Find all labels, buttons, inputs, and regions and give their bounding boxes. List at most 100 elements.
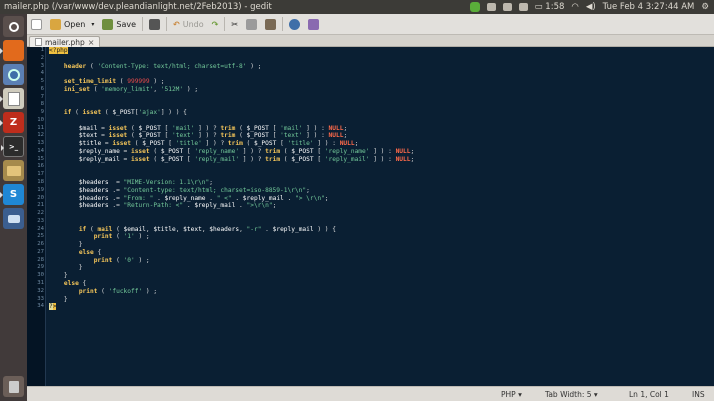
code-token: ( xyxy=(86,62,98,70)
code-line[interactable]: 16 xyxy=(37,163,714,171)
code-line[interactable]: 19 $headers .= "Content-type: text/html;… xyxy=(37,186,714,195)
copy-button[interactable] xyxy=(242,16,261,33)
code-line[interactable]: 5 set_time_limit ( 999999 ) ; xyxy=(41,78,714,86)
code-token: ( xyxy=(127,132,139,140)
cut-button[interactable]: ✂ xyxy=(227,16,242,33)
code-token: ( xyxy=(280,147,292,155)
code-line[interactable]: 10 xyxy=(37,117,714,125)
code-line[interactable]: 3 header ( 'Content-Type: text/html; cha… xyxy=(41,62,714,71)
code-line[interactable]: 21 $headers .= "Return-Path: <" . $reply… xyxy=(37,202,714,210)
code-line[interactable]: 23 xyxy=(37,218,714,226)
code-line[interactable]: 9 if ( isset ( $_POST['ajax'] ) ) { xyxy=(41,109,714,117)
code-token: 'title' xyxy=(287,140,314,148)
save-button[interactable]: Save xyxy=(98,16,140,33)
code-token: $_POST xyxy=(160,155,184,163)
code-token: $reply_name xyxy=(78,147,120,155)
code-line[interactable]: 30 } xyxy=(37,272,714,280)
line-number: 7 xyxy=(40,93,44,100)
battery-indicator[interactable]: ▭ 1:58 xyxy=(535,2,565,12)
line-number: 25 xyxy=(37,233,44,240)
bluetooth-icon[interactable] xyxy=(486,3,496,11)
dash-home-icon[interactable] xyxy=(3,16,24,37)
skype-letter: S xyxy=(9,189,18,200)
print-button[interactable] xyxy=(145,16,164,33)
code-line[interactable]: 31 else { xyxy=(37,280,714,288)
gedit-icon[interactable] xyxy=(0,88,24,109)
code-token: } xyxy=(49,295,68,303)
keyboard-icon[interactable] xyxy=(518,3,528,11)
update-indicator-icon[interactable] xyxy=(469,2,480,12)
language-selector[interactable]: PHP ▾ xyxy=(501,390,522,399)
code-token: ; xyxy=(343,132,348,140)
redo-button[interactable]: ↷ xyxy=(208,16,223,33)
code-line[interactable]: 27 else { xyxy=(37,249,714,257)
code-token: ( xyxy=(235,124,247,132)
code-line[interactable]: 7 xyxy=(41,94,714,102)
network-icon[interactable] xyxy=(3,208,24,229)
code-token: > xyxy=(52,303,57,311)
code-line[interactable]: 15 $reply_mail = isset ( $_POST [ 'reply… xyxy=(37,155,714,164)
code-line[interactable]: 25 print ( '1' ) ; xyxy=(37,233,714,241)
code-line[interactable]: 1 <?php xyxy=(41,47,714,55)
settings-gear-icon[interactable]: ⚙ xyxy=(701,2,709,12)
code-token: 999999 xyxy=(127,78,150,86)
redo-arrow-icon: ↷ xyxy=(211,19,219,29)
code-token: $headers xyxy=(78,186,109,194)
skype-icon[interactable]: S xyxy=(0,184,24,205)
tab-mailer-php[interactable]: mailer.php × xyxy=(29,36,101,47)
filezilla-letter: Z xyxy=(9,117,18,128)
code-line[interactable]: 33 } xyxy=(37,295,714,304)
code-line[interactable]: 17 xyxy=(37,171,714,179)
find-button[interactable] xyxy=(285,16,304,33)
terminal-icon[interactable]: >_ xyxy=(1,136,24,157)
code-line[interactable]: 2 xyxy=(41,55,714,63)
code-area[interactable]: 1 <?php 2 3 header ( 'Content-Type: text/ht… xyxy=(37,47,714,311)
trash-icon[interactable] xyxy=(3,376,24,397)
folder-icon xyxy=(50,18,61,30)
code-line[interactable]: 34 ?> xyxy=(37,303,714,311)
close-tab-icon[interactable]: × xyxy=(88,38,95,47)
line-number: 12 xyxy=(37,132,44,139)
code-token: $_POST xyxy=(138,124,161,132)
code-line[interactable]: 29 } xyxy=(37,264,714,272)
code-line[interactable]: 4 xyxy=(41,70,714,78)
code-line[interactable]: 28 print ( '0' ) ; xyxy=(37,257,714,265)
paste-icon xyxy=(265,18,277,30)
code-token: ] ) : xyxy=(302,124,329,132)
code-line[interactable]: 6 ini_set ( 'memory_limit', '512M' ) ; xyxy=(41,85,714,94)
files-icon[interactable] xyxy=(3,160,24,181)
code-token: ini_set xyxy=(63,85,90,93)
line-number: 21 xyxy=(37,202,44,209)
code-line[interactable]: 18 $headers = "MIME-Version: 1.1\r\n"; xyxy=(37,179,714,187)
paste-button[interactable] xyxy=(261,16,280,33)
code-token: . xyxy=(235,202,247,210)
code-line[interactable]: 22 xyxy=(37,210,714,218)
battery-time: 1:58 xyxy=(545,2,565,12)
line-number: 11 xyxy=(37,124,44,131)
filezilla-icon[interactable]: Z xyxy=(0,112,24,133)
new-document-button[interactable] xyxy=(27,16,46,33)
undo-button[interactable]: ↶ Undo xyxy=(169,16,208,33)
code-line[interactable]: 13 $title = isset ( $_POST [ 'title' ] )… xyxy=(37,140,714,148)
code-token: print xyxy=(93,233,113,241)
tab-bar: mailer.php × xyxy=(27,35,714,47)
chevron-down-icon[interactable]: ▾ xyxy=(91,21,94,28)
open-button[interactable]: Open ▾ xyxy=(46,16,98,33)
chromium-icon[interactable] xyxy=(3,64,24,85)
code-line[interactable]: 14 $reply_name = isset ( $_POST [ 'reply… xyxy=(37,147,714,156)
code-line[interactable]: 20 $headers .= "From: " . $reply_name . … xyxy=(37,195,714,203)
mail-icon[interactable] xyxy=(502,3,512,11)
code-line[interactable]: 8 xyxy=(41,101,714,109)
line-number: 9 xyxy=(40,109,44,116)
code-editor[interactable]: 1 <?php 2 3 header ( 'Content-Type: text/ht… xyxy=(27,47,714,386)
code-line[interactable]: 26 } xyxy=(37,241,714,249)
volume-icon[interactable]: ◀) xyxy=(586,2,596,12)
tab-width-selector[interactable]: Tab Width: 5 ▾ xyxy=(545,390,598,399)
code-line[interactable]: 32 print ( 'fuckoff' ) ; xyxy=(37,288,714,296)
wifi-icon[interactable]: ◠ xyxy=(571,2,578,12)
clock[interactable]: Tue Feb 4 3:27:44 AM xyxy=(603,2,695,12)
code-token: $text xyxy=(78,132,98,140)
firefox-icon[interactable] xyxy=(0,40,24,61)
replace-button[interactable] xyxy=(304,16,323,33)
